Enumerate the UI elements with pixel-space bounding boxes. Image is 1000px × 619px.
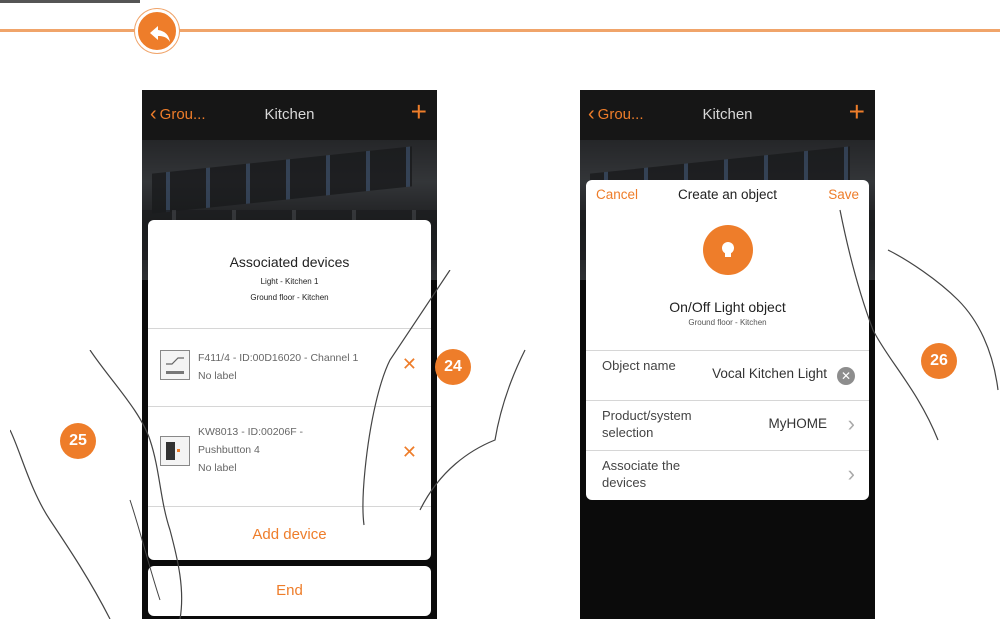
nav-bar: ‹ Grou... Kitchen +	[142, 90, 437, 140]
associate-devices-row[interactable]: Associate the devices ›	[586, 450, 869, 500]
header-tick	[0, 0, 140, 3]
object-title: On/Off Light object	[669, 299, 786, 315]
chevron-right-icon: ›	[847, 461, 855, 486]
nav-title: Kitchen	[702, 106, 753, 123]
object-name-value[interactable]: Vocal Kitchen Light	[712, 366, 827, 381]
step-badge: 25	[60, 423, 96, 459]
product-system-value: MyHOME	[768, 416, 828, 431]
object-location: Ground floor - Kitchen	[688, 318, 767, 327]
light-bulb-icon	[703, 225, 753, 275]
device-label: No label	[198, 462, 237, 474]
field-label: Object name	[602, 358, 676, 373]
add-icon[interactable]: +	[849, 98, 865, 126]
hand-pointer-illustration	[10, 350, 183, 619]
hand-pointer-illustration	[839, 209, 999, 441]
back-button[interactable]	[135, 9, 179, 53]
create-object-dialog: Create an object Cancel Save On/Off Ligh…	[586, 180, 869, 500]
object-name-field[interactable]: Object name Vocal Kitchen Light ✕	[586, 350, 869, 400]
step-badge: 24	[435, 349, 471, 385]
add-icon[interactable]: +	[411, 98, 427, 126]
hand-pointer-illustration	[362, 270, 526, 526]
nav-title: Kitchen	[264, 106, 315, 123]
device-id: KW8013 - ID:00206F -	[198, 426, 304, 438]
nav-bar: ‹ Grou... Kitchen +	[580, 90, 875, 140]
dialog-title: Associated devices	[229, 254, 350, 270]
field-label: Associate the devices	[602, 458, 681, 490]
cancel-button[interactable]: Cancel	[596, 187, 638, 202]
field-label: Product/system selection	[602, 408, 692, 440]
device-id: F411/4 - ID:00D16020 - Channel 1	[198, 352, 359, 364]
device-label: No label	[198, 370, 237, 382]
step-badge: 26	[921, 343, 957, 379]
product-system-selection-row[interactable]: Product/system selection MyHOME ›	[586, 400, 869, 450]
back-arrow-icon	[150, 26, 170, 42]
device-channel: Pushbutton 4	[198, 444, 260, 456]
